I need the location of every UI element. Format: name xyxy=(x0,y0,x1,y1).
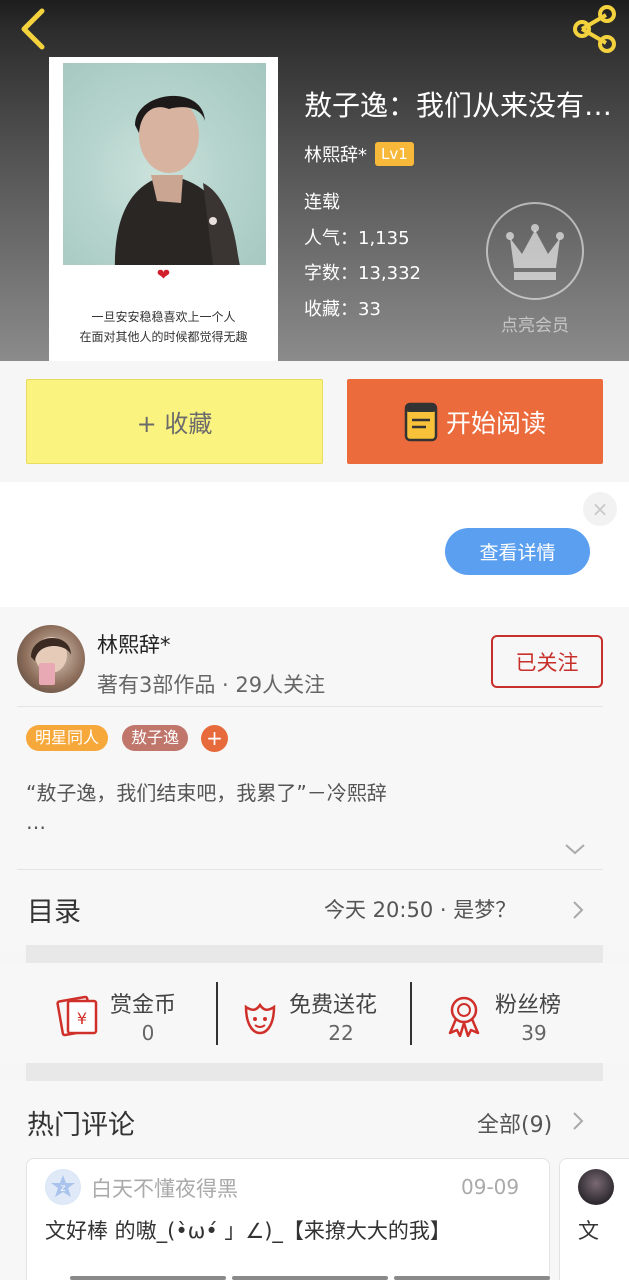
reward-count: 22 xyxy=(328,1021,354,1045)
book-description[interactable]: “敖子逸，我们结束吧，我累了”－冷熙辞 … xyxy=(26,779,606,837)
start-reading-label: 开始阅读 xyxy=(445,408,546,438)
collect-button[interactable]: + 收藏 xyxy=(26,379,323,464)
svg-text:¥: ¥ xyxy=(77,1009,87,1028)
header-author-name[interactable]: 林熙辞* xyxy=(304,141,367,167)
chevron-down-icon[interactable] xyxy=(563,842,587,856)
toc-label[interactable]: 目录 xyxy=(27,890,81,929)
svg-text:z: z xyxy=(60,1183,65,1194)
hot-comments: 热门评论 全部(9) z 白天不懂夜得黑 09-09 文好棒 的嗷_(•̀ω•́… xyxy=(0,1081,629,1280)
section-separator xyxy=(26,1063,603,1081)
action-bar: + 收藏 开始阅读 xyxy=(0,361,629,482)
cover-caption-line1: 一旦安安稳稳喜欢上一个人 xyxy=(91,310,236,324)
chevron-right-icon[interactable] xyxy=(572,900,584,920)
header-author-line: 林熙辞* Lv1 xyxy=(304,142,414,166)
author-meta: 著有3部作品 · 29人关注 xyxy=(97,673,326,697)
divider xyxy=(17,706,603,707)
reward-count: 0 xyxy=(141,1021,155,1045)
serial-status: 连载 xyxy=(304,192,340,213)
ad-banner: × 查看详情 xyxy=(0,482,629,607)
all-comments-link[interactable]: 全部(9) xyxy=(477,1107,552,1139)
collect-button-label: + 收藏 xyxy=(136,410,213,438)
reward-label: 粉丝榜 xyxy=(495,993,562,1018)
description-ellipsis: … xyxy=(26,810,46,834)
avatar-photo xyxy=(31,637,71,685)
book-header: ❤ 一旦安安稳稳喜欢上一个人 在面对其他人的时候都觉得无趣 敖子逸：我们从来没有… xyxy=(0,0,629,361)
indicator-bar xyxy=(70,1276,226,1280)
comment-text: 文 xyxy=(578,1219,599,1243)
view-details-label: 查看详情 xyxy=(479,542,556,564)
user-avatar xyxy=(578,1169,614,1205)
author-avatar[interactable] xyxy=(17,625,85,693)
red-envelope-icon: ¥ xyxy=(56,995,98,1037)
book-cover[interactable]: ❤ 一旦安安稳稳喜欢上一个人 在面对其他人的时候都觉得无趣 xyxy=(49,57,278,361)
section-separator xyxy=(26,945,603,963)
follow-button-label: 已关注 xyxy=(515,650,579,675)
vip-label[interactable]: 点亮会员 xyxy=(476,311,594,336)
cover-heart-icon: ❤ xyxy=(156,265,171,284)
view-details-button[interactable]: 查看详情 xyxy=(445,528,590,575)
comment-card[interactable]: z 白天不懂夜得黑 09-09 文好棒 的嗷_(•̀ω•́ 」∠)_【来撩大大的… xyxy=(26,1158,550,1280)
vip-badge[interactable] xyxy=(486,202,584,300)
cover-person-illustration xyxy=(114,95,240,265)
back-chevron-icon[interactable] xyxy=(14,6,54,52)
reward-count: 39 xyxy=(521,1021,547,1045)
comment-user[interactable]: 白天不懂夜得黑 xyxy=(91,1173,238,1203)
popularity-stat: 人气：1,135 xyxy=(304,228,410,249)
add-tag-button[interactable]: + xyxy=(201,725,228,752)
reward-fan-rank[interactable]: 粉丝榜 39 xyxy=(412,963,629,1063)
comment-page-indicator xyxy=(70,1276,550,1280)
divider xyxy=(17,869,603,870)
crown-icon xyxy=(506,224,564,280)
chevron-right-icon[interactable] xyxy=(572,1111,584,1131)
follow-button[interactable]: 已关注 xyxy=(491,635,603,688)
comment-text: 文好棒 的嗷_(•̀ω•́ 」∠)_【来撩大大的我】 xyxy=(45,1219,451,1243)
flower-icon xyxy=(244,1002,276,1035)
start-reading-button[interactable]: 开始阅读 xyxy=(347,379,603,464)
rewards-row: ¥ 赏金币 0 免费送花 22 粉丝榜 39 xyxy=(0,963,629,1063)
cover-caption-line2: 在面对其他人的时候都觉得无趣 xyxy=(79,330,248,344)
word-count-stat: 字数：13,332 xyxy=(304,263,421,284)
reward-label: 赏金币 xyxy=(110,993,177,1018)
ad-close-icon[interactable]: × xyxy=(583,492,617,526)
description-text: “敖子逸，我们结束吧，我累了”－冷熙辞 xyxy=(26,781,387,805)
favorites-stat: 收藏：33 xyxy=(304,299,381,320)
user-avatar-icon: z xyxy=(45,1169,81,1205)
book-title: 敖子逸：我们从来没有在一起过 xyxy=(304,89,622,122)
level-badge: Lv1 xyxy=(375,142,414,166)
indicator-bar xyxy=(394,1276,550,1280)
share-icon[interactable] xyxy=(570,4,620,54)
cover-photo xyxy=(63,63,266,265)
author-section: 林熙辞* 著有3部作品 · 29人关注 已关注 明星同人 敖子逸 + “敖子逸，… xyxy=(0,607,629,945)
reward-label: 免费送花 xyxy=(289,993,378,1018)
author-name[interactable]: 林熙辞* xyxy=(97,629,171,659)
tag-celebrity-fanfic[interactable]: 明星同人 xyxy=(26,725,109,751)
comment-date: 09-09 xyxy=(461,1175,520,1199)
comment-card[interactable]: 文 xyxy=(559,1158,629,1280)
medal-icon xyxy=(448,996,480,1037)
indicator-bar xyxy=(232,1276,388,1280)
book-icon xyxy=(404,402,438,441)
reward-flowers[interactable]: 免费送花 22 xyxy=(218,963,410,1063)
cover-caption: 一旦安安稳稳喜欢上一个人 在面对其他人的时候都觉得无趣 xyxy=(49,307,278,347)
tag-ao-ziyi[interactable]: 敖子逸 xyxy=(122,725,189,751)
latest-chapter[interactable]: 今天 20:50 · 是梦？ xyxy=(324,894,516,924)
reward-coins[interactable]: ¥ 赏金币 0 xyxy=(0,963,216,1063)
hot-comments-title: 热门评论 xyxy=(27,1110,135,1141)
